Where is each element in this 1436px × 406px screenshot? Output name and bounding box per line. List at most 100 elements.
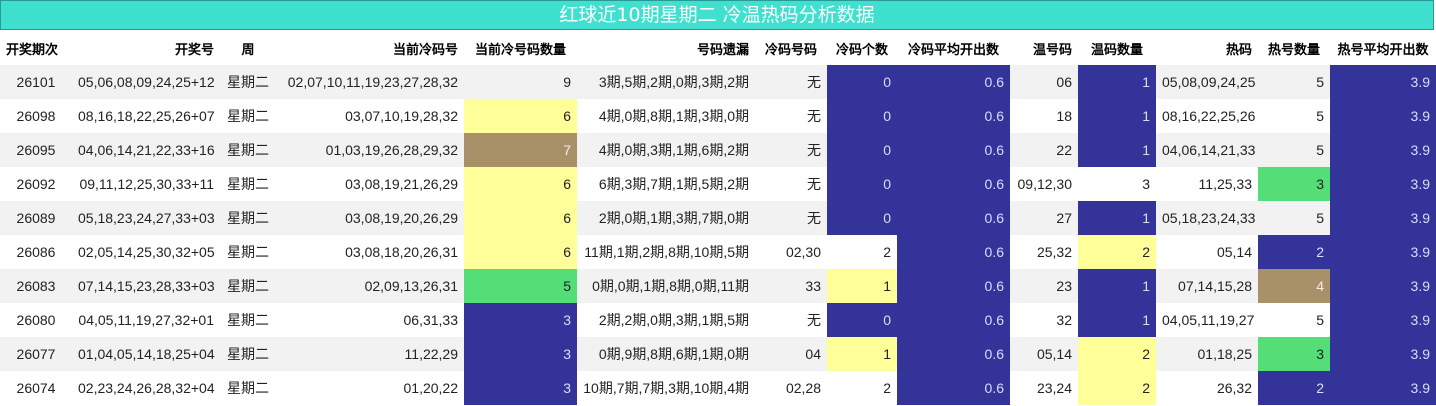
warm-numbers-cell: 09,12,30	[1010, 167, 1078, 201]
draw-numbers-cell: 05,18,23,24,27,33+03	[72, 201, 220, 235]
cold-code-cell: 无	[755, 133, 827, 167]
cold-count-cell: 6	[464, 167, 577, 201]
cold-code-cell: 无	[755, 201, 827, 235]
draw-numbers-cell: 02,23,24,26,28,32+04	[72, 371, 220, 405]
cold-count-cell: 3	[464, 303, 577, 337]
table-row: 26098 08,16,18,22,25,26+07 星期二 03,07,10,19,…	[0, 99, 1436, 133]
hot-numbers-cell: 05,14	[1156, 235, 1258, 269]
cold-count-cell: 7	[464, 133, 577, 167]
hot-avg-cell: 3.9	[1330, 269, 1436, 303]
cold-count-cell: 3	[464, 371, 577, 405]
cold-avg-cell: 0.6	[897, 133, 1010, 167]
warm-count-cell: 2	[1078, 337, 1156, 371]
cold-code-count-cell: 0	[827, 133, 897, 167]
hot-numbers-cell: 04,05,11,19,27	[1156, 303, 1258, 337]
analysis-table: 开奖期次 开奖号 周 当前冷码号 当前冷号码数量 号码遗漏 冷码号码 冷码个数 …	[0, 31, 1436, 405]
header-cell: 温号码	[1010, 31, 1078, 65]
warm-count-cell: 2	[1078, 371, 1156, 405]
cold-code-count-cell: 0	[827, 303, 897, 337]
miss-periods-cell: 11期,1期,2期,8期,10期,5期	[577, 235, 755, 269]
hot-count-cell: 3	[1258, 337, 1330, 371]
warm-numbers-cell: 32	[1010, 303, 1078, 337]
miss-periods-cell: 3期,5期,2期,0期,3期,2期	[577, 65, 755, 99]
cold-count-cell: 6	[464, 201, 577, 235]
cold-code-count-cell: 1	[827, 269, 897, 303]
table-row: 26083 07,14,15,23,28,33+03 星期二 02,09,13,26,…	[0, 269, 1436, 303]
cold-numbers-cell: 03,08,18,20,26,31	[276, 235, 464, 269]
miss-periods-cell: 10期,7期,7期,3期,10期,4期	[577, 371, 755, 405]
table-row: 26089 05,18,23,24,27,33+03 星期二 03,08,19,20,…	[0, 201, 1436, 235]
weekday-cell: 星期二	[220, 371, 276, 405]
draw-no-cell: 26089	[0, 201, 72, 235]
hot-numbers-cell: 26,32	[1156, 371, 1258, 405]
warm-numbers-cell: 23,24	[1010, 371, 1078, 405]
weekday-cell: 星期二	[220, 99, 276, 133]
miss-periods-cell: 2期,2期,0期,3期,1期,5期	[577, 303, 755, 337]
table-row: 26074 02,23,24,26,28,32+04 星期二 01,20,22 3 10期…	[0, 371, 1436, 405]
header-cell: 开奖期次	[0, 31, 72, 65]
cold-avg-cell: 0.6	[897, 201, 1010, 235]
draw-no-cell: 26092	[0, 167, 72, 201]
warm-count-cell: 1	[1078, 303, 1156, 337]
draw-numbers-cell: 09,11,12,25,30,33+11	[72, 167, 220, 201]
draw-no-cell: 26101	[0, 65, 72, 99]
cold-avg-cell: 0.6	[897, 235, 1010, 269]
cold-numbers-cell: 02,09,13,26,31	[276, 269, 464, 303]
hot-numbers-cell: 05,08,09,24,25	[1156, 65, 1258, 99]
draw-no-cell: 26074	[0, 371, 72, 405]
miss-periods-cell: 4期,0期,8期,1期,3期,0期	[577, 99, 755, 133]
weekday-cell: 星期二	[220, 201, 276, 235]
cold-numbers-cell: 01,20,22	[276, 371, 464, 405]
header-cell: 当前冷号码数量	[464, 31, 577, 65]
cold-numbers-cell: 11,22,29	[276, 337, 464, 371]
header-cell: 当前冷码号	[276, 31, 464, 65]
header-cell: 开奖号	[72, 31, 220, 65]
warm-count-cell: 1	[1078, 99, 1156, 133]
hot-avg-cell: 3.9	[1330, 167, 1436, 201]
hot-numbers-cell: 08,16,22,25,26	[1156, 99, 1258, 133]
hot-avg-cell: 3.9	[1330, 371, 1436, 405]
weekday-cell: 星期二	[220, 269, 276, 303]
miss-periods-cell: 0期,0期,1期,8期,0期,11期	[577, 269, 755, 303]
cold-count-cell: 5	[464, 269, 577, 303]
hot-count-cell: 5	[1258, 201, 1330, 235]
cold-code-count-cell: 0	[827, 167, 897, 201]
cold-code-cell: 02,30	[755, 235, 827, 269]
draw-no-cell: 26077	[0, 337, 72, 371]
cold-code-cell: 33	[755, 269, 827, 303]
cold-numbers-cell: 03,07,10,19,28,32	[276, 99, 464, 133]
cold-avg-cell: 0.6	[897, 167, 1010, 201]
table-row: 26080 04,05,11,19,27,32+01 星期二 06,31,33 3 2期,…	[0, 303, 1436, 337]
cold-numbers-cell: 03,08,19,21,26,29	[276, 167, 464, 201]
weekday-cell: 星期二	[220, 65, 276, 99]
warm-numbers-cell: 06	[1010, 65, 1078, 99]
cold-code-count-cell: 1	[827, 337, 897, 371]
hot-avg-cell: 3.9	[1330, 303, 1436, 337]
header-cell: 热号平均开出数	[1330, 31, 1436, 65]
hot-count-cell: 4	[1258, 269, 1330, 303]
hot-numbers-cell: 01,18,25	[1156, 337, 1258, 371]
draw-no-cell: 26095	[0, 133, 72, 167]
header-cell: 热码	[1156, 31, 1258, 65]
cold-code-count-cell: 0	[827, 99, 897, 133]
hot-avg-cell: 3.9	[1330, 65, 1436, 99]
cold-count-cell: 6	[464, 235, 577, 269]
warm-count-cell: 2	[1078, 235, 1156, 269]
warm-count-cell: 3	[1078, 167, 1156, 201]
draw-no-cell: 26083	[0, 269, 72, 303]
hot-avg-cell: 3.9	[1330, 99, 1436, 133]
cold-avg-cell: 0.6	[897, 99, 1010, 133]
cold-code-cell: 无	[755, 303, 827, 337]
warm-count-cell: 1	[1078, 269, 1156, 303]
draw-numbers-cell: 01,04,05,14,18,25+04	[72, 337, 220, 371]
table-row: 26077 01,04,05,14,18,25+04 星期二 11,22,29 3 0期,…	[0, 337, 1436, 371]
hot-avg-cell: 3.9	[1330, 337, 1436, 371]
hot-numbers-cell: 07,14,15,28	[1156, 269, 1258, 303]
sheet: 红球近10期星期二 冷温热码分析数据 开奖期次 开奖号 周 当前冷码号 当前冷号…	[0, 0, 1436, 406]
draw-numbers-cell: 04,05,11,19,27,32+01	[72, 303, 220, 337]
cold-avg-cell: 0.6	[897, 371, 1010, 405]
hot-count-cell: 2	[1258, 371, 1330, 405]
warm-numbers-cell: 05,14	[1010, 337, 1078, 371]
cold-code-cell: 无	[755, 65, 827, 99]
miss-periods-cell: 6期,3期,7期,1期,5期,2期	[577, 167, 755, 201]
